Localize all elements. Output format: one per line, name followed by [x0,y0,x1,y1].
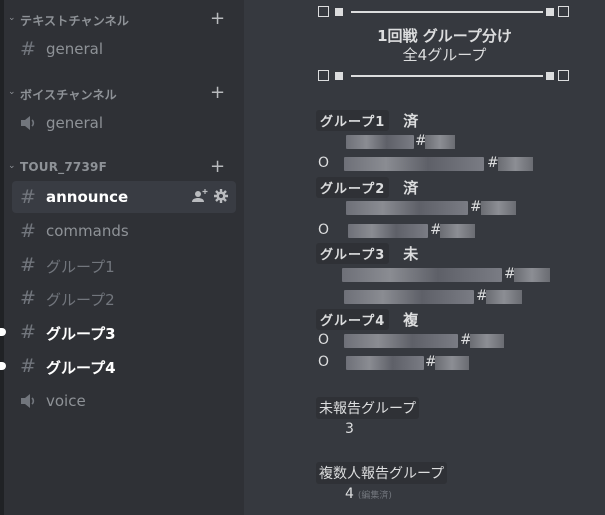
blurred-tag [498,157,533,171]
category-voice-channels[interactable]: ⌄ ボイスチャンネル + [0,82,244,104]
chevron-down-icon: ⌄ [8,13,16,23]
speaker-icon [21,394,35,408]
hash-icon: # [20,254,36,276]
report-mark: O [318,332,330,348]
hash-icon: # [20,321,36,343]
group-header: グループ3 未 [316,242,419,264]
chevron-down-icon: ⌄ [8,161,16,171]
channel-label: voice [46,392,86,410]
channel-label: グループ3 [46,325,116,343]
hash-icon: # [20,220,36,242]
group-code: グループ3 [316,242,390,264]
blurred-username [342,268,502,282]
blurred-tag [470,334,504,348]
channel-group1[interactable]: # グループ1 [12,249,236,281]
frame-square [546,8,554,16]
blurred-tag [435,356,469,370]
channel-group3[interactable]: # グループ3 [12,316,236,348]
frame-square [335,72,343,80]
blurred-tag [486,290,522,304]
unreported-groups-value: 3 [345,421,354,437]
category-label: TOUR_7739F [20,160,107,174]
group-status: 複 [403,310,419,329]
frame-square [558,70,569,81]
hash-icon: # [20,38,36,60]
gear-icon[interactable] [214,189,228,203]
channel-sidebar: ⌄ テキストチャンネル + # general ⌄ ボイスチャンネル + gen… [0,0,244,515]
plus-icon[interactable]: + [210,82,225,103]
add-member-icon[interactable] [192,189,208,203]
speaker-icon [21,116,35,130]
group-code: グループ4 [316,308,390,330]
blurred-username [346,201,468,215]
category-text-channels[interactable]: ⌄ テキストチャンネル + [0,8,244,30]
group-header: グループ2 済 [316,176,419,198]
channel-label: グループ2 [46,291,115,309]
blurred-tag [481,201,516,215]
channel-label: グループ4 [46,359,116,377]
report-mark: O [318,354,330,370]
frame-border-top [318,5,571,19]
blurred-tag [440,224,475,238]
group-status: 済 [403,111,419,130]
channel-label: general [46,114,104,132]
plus-icon[interactable]: + [210,156,225,177]
category-tour[interactable]: ⌄ TOUR_7739F + [0,156,244,178]
multi-reported-count: 4 [345,486,354,502]
server-list-edge [0,0,4,515]
channel-group4[interactable]: # グループ4 [12,350,236,382]
channel-label: グループ1 [46,258,115,276]
blurred-username [344,157,484,171]
blurred-tag [425,135,455,149]
blurred-username [346,356,424,370]
blurred-username [344,290,474,304]
report-mark: O [318,155,330,171]
group-code: グループ1 [316,109,390,131]
multi-reported-groups-label: 複数人報告グループ [316,462,448,484]
chevron-down-icon: ⌄ [8,87,16,97]
channel-label: commands [46,222,129,240]
channel-commands[interactable]: # commands [12,215,236,247]
channel-label: general [46,40,104,58]
group-header: グループ4 複 [316,308,419,330]
group-status: 済 [403,178,419,197]
category-label: テキストチャンネル [20,14,130,28]
hash-icon: # [20,287,36,309]
group-code: グループ2 [316,176,390,198]
frame-line [351,11,543,13]
unreported-groups-label: 未報告グループ [316,397,420,419]
blurred-username [346,135,414,149]
hash-icon: # [20,355,36,377]
blurred-username [348,224,428,238]
frame-border-bottom [318,69,571,83]
frame-square [558,6,569,17]
edited-indicator: (編集済) [357,491,392,501]
frame-square [546,72,554,80]
multi-reported-groups-value: 4 (編集済) [345,486,392,502]
blurred-username [344,334,458,348]
report-mark: O [318,222,330,238]
message-title: 1回戦 グループ分け [377,27,512,45]
channel-voice[interactable]: voice [12,385,236,417]
channel-text-general[interactable]: # general [12,33,236,65]
frame-line [351,75,543,77]
channel-voice-general[interactable]: general [12,107,236,139]
blurred-tag [514,268,550,282]
channel-group2[interactable]: # グループ2 [12,282,236,314]
unread-indicator [0,328,6,336]
channel-label: announce [46,188,129,206]
discriminator-hash: # [487,155,499,171]
group-status: 未 [403,244,419,263]
discriminator-hash: # [470,199,482,215]
hash-icon: # [20,186,36,208]
group-header: グループ1 済 [316,109,419,131]
channel-announce[interactable]: # announce [12,181,236,213]
category-label: ボイスチャンネル [20,88,117,102]
frame-square [318,6,329,17]
plus-icon[interactable]: + [210,8,225,29]
frame-square [318,70,329,81]
frame-square [335,8,343,16]
message-subtitle: 全4グループ [402,46,487,64]
unread-indicator [0,362,6,370]
